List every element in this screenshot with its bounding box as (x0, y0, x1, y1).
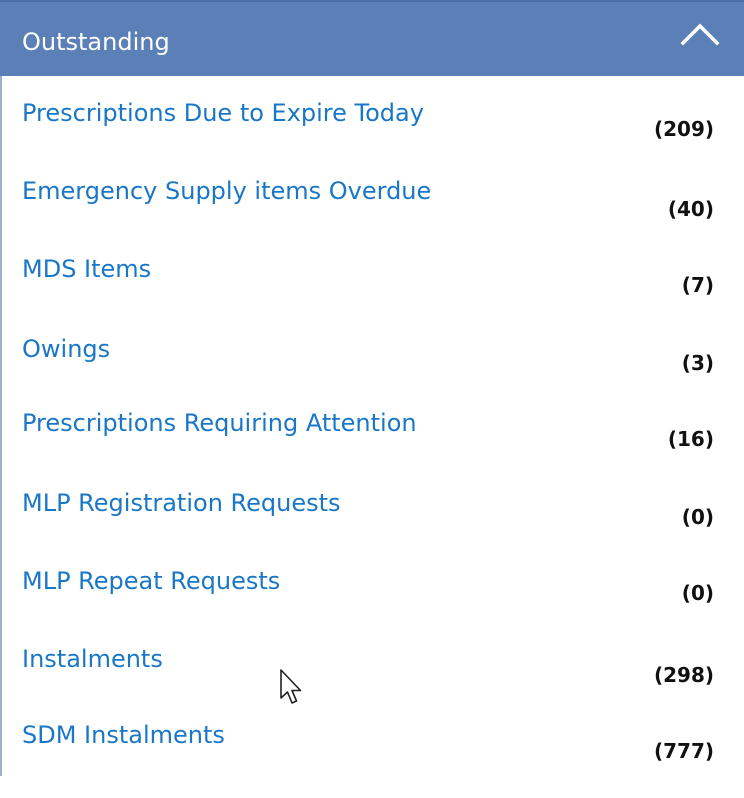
list-item: MDS Items (7) (2, 250, 744, 330)
panel-header[interactable]: Outstanding (0, 0, 744, 76)
item-link-prescriptions-due-to-expire[interactable]: Prescriptions Due to Expire Today (22, 98, 424, 128)
item-link-prescriptions-requiring-attention[interactable]: Prescriptions Requiring Attention (22, 408, 417, 438)
list-item: Instalments (298) (2, 642, 744, 722)
chevron-up-icon (680, 23, 720, 46)
item-link-instalments[interactable]: Instalments (22, 644, 163, 674)
item-count: (16) (667, 427, 714, 451)
item-link-sdm-instalments[interactable]: SDM Instalments (22, 720, 225, 750)
item-count: (777) (653, 739, 714, 763)
outstanding-panel: Outstanding Prescriptions Due to Expire … (0, 0, 744, 776)
collapse-button[interactable] (672, 2, 744, 76)
list-item: MLP Repeat Requests (0) (2, 562, 744, 642)
item-count: (298) (653, 663, 714, 687)
item-count: (0) (681, 505, 714, 529)
item-count: (0) (681, 581, 714, 605)
item-link-emergency-supply-overdue[interactable]: Emergency Supply items Overdue (22, 176, 431, 206)
item-count: (7) (681, 273, 714, 297)
list-item: Prescriptions Requiring Attention (16) (2, 404, 744, 484)
list-item: Owings (3) (2, 330, 744, 410)
item-count: (209) (653, 117, 714, 141)
item-link-owings[interactable]: Owings (22, 334, 110, 364)
item-link-mlp-registration-requests[interactable]: MLP Registration Requests (22, 488, 341, 518)
list-item: SDM Instalments (777) (2, 718, 744, 798)
list-item: Prescriptions Due to Expire Today (209) (2, 90, 744, 170)
item-count: (3) (681, 351, 714, 375)
list-item: Emergency Supply items Overdue (40) (2, 170, 744, 250)
panel-title: Outstanding (22, 28, 170, 56)
list-item: MLP Registration Requests (0) (2, 484, 744, 564)
item-count: (40) (667, 197, 714, 221)
mouse-pointer-icon (280, 669, 302, 704)
item-link-mds-items[interactable]: MDS Items (22, 254, 151, 284)
item-link-mlp-repeat-requests[interactable]: MLP Repeat Requests (22, 566, 280, 596)
